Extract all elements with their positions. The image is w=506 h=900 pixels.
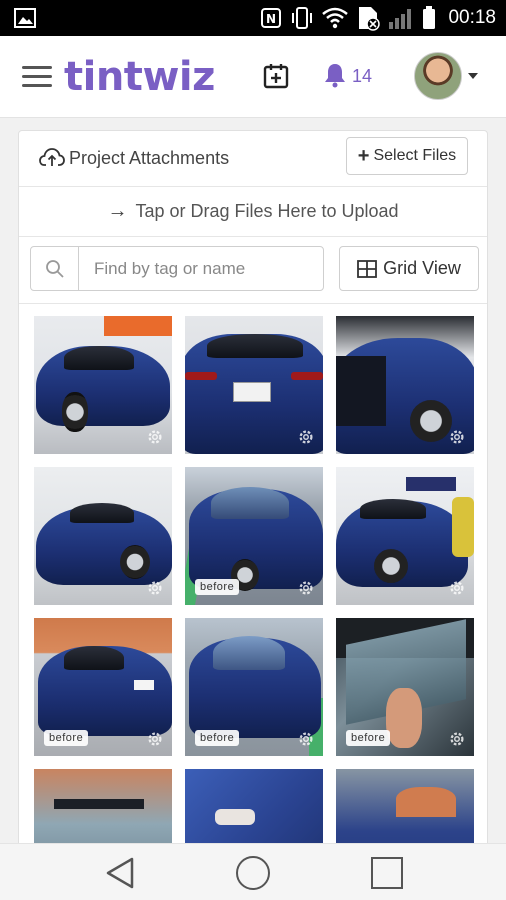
dropzone-text: Tap or Drag Files Here to Upload bbox=[135, 201, 399, 221]
gear-icon[interactable] bbox=[297, 730, 315, 748]
photo-tag: before bbox=[346, 730, 391, 746]
logo-text-wiz: wiz bbox=[142, 54, 215, 100]
app-header: tintwiz 14 bbox=[0, 36, 506, 118]
grid-view-button[interactable]: Grid View bbox=[339, 246, 479, 291]
photo-thumbnail[interactable] bbox=[34, 467, 172, 605]
gear-icon[interactable] bbox=[297, 579, 315, 597]
upload-cloud-icon bbox=[39, 148, 65, 166]
menu-icon[interactable] bbox=[22, 66, 52, 88]
gear-icon[interactable] bbox=[297, 428, 315, 446]
wifi-icon bbox=[322, 7, 349, 29]
grid-icon bbox=[357, 259, 378, 278]
photo-thumbnail[interactable] bbox=[34, 316, 172, 454]
photo-thumbnail[interactable] bbox=[185, 769, 323, 849]
system-nav-bar bbox=[0, 843, 506, 900]
photo-thumbnail[interactable] bbox=[185, 316, 323, 454]
photo-thumbnail[interactable]: before bbox=[185, 467, 323, 605]
grid-view-label: Grid View bbox=[383, 258, 461, 278]
logo[interactable]: tintwiz bbox=[64, 54, 215, 100]
photo-thumbnail[interactable]: before bbox=[34, 618, 172, 756]
plus-icon: + bbox=[357, 145, 370, 167]
photo-icon bbox=[14, 8, 36, 28]
avatar[interactable] bbox=[414, 52, 462, 100]
card-title: Project Attachments bbox=[69, 148, 230, 168]
arrow-right-icon: → bbox=[107, 200, 128, 222]
battery-icon bbox=[423, 6, 436, 29]
vibrate-icon bbox=[292, 7, 313, 29]
gear-icon[interactable] bbox=[448, 730, 466, 748]
sim-icon bbox=[359, 7, 381, 31]
status-bar: N 00:18 bbox=[0, 0, 506, 36]
photo-thumbnail[interactable]: before bbox=[336, 618, 474, 756]
bell-icon[interactable] bbox=[323, 62, 347, 88]
photo-thumbnail[interactable]: before bbox=[185, 618, 323, 756]
gear-icon[interactable] bbox=[146, 579, 164, 597]
divider bbox=[19, 303, 487, 304]
search-box bbox=[30, 246, 324, 291]
calendar-add-icon[interactable] bbox=[263, 63, 289, 89]
upload-dropzone[interactable]: → Tap or Drag Files Here to Upload bbox=[19, 187, 487, 237]
photo-thumbnail[interactable] bbox=[336, 316, 474, 454]
home-icon[interactable] bbox=[236, 856, 270, 890]
card-header: Project Attachments + Select Files bbox=[19, 131, 487, 187]
select-files-button[interactable]: + Select Files bbox=[346, 137, 468, 175]
notification-count[interactable]: 14 bbox=[352, 66, 372, 87]
nfc-icon: N bbox=[261, 8, 282, 28]
gear-icon[interactable] bbox=[448, 579, 466, 597]
svg-text:N: N bbox=[266, 12, 276, 26]
gear-icon[interactable] bbox=[146, 428, 164, 446]
gear-icon[interactable] bbox=[448, 428, 466, 446]
back-icon[interactable] bbox=[104, 856, 138, 890]
logo-text-tint: tint bbox=[64, 54, 143, 100]
signal-icon bbox=[389, 9, 412, 29]
photo-thumbnail[interactable] bbox=[336, 467, 474, 605]
select-files-label: Select Files bbox=[373, 147, 457, 164]
photo-thumbnail[interactable] bbox=[336, 769, 474, 849]
recents-icon[interactable] bbox=[371, 857, 403, 889]
search-icon[interactable] bbox=[31, 247, 79, 290]
gear-icon[interactable] bbox=[146, 730, 164, 748]
search-input[interactable] bbox=[80, 247, 323, 290]
clock: 00:18 bbox=[448, 7, 496, 28]
photo-thumbnail[interactable] bbox=[34, 769, 172, 849]
photo-tag: before bbox=[44, 730, 89, 746]
attachments-card: Project Attachments + Select Files → Tap… bbox=[18, 130, 488, 850]
chevron-down-icon[interactable] bbox=[468, 73, 478, 79]
photo-tag: before bbox=[195, 579, 240, 595]
photo-tag: before bbox=[195, 730, 240, 746]
